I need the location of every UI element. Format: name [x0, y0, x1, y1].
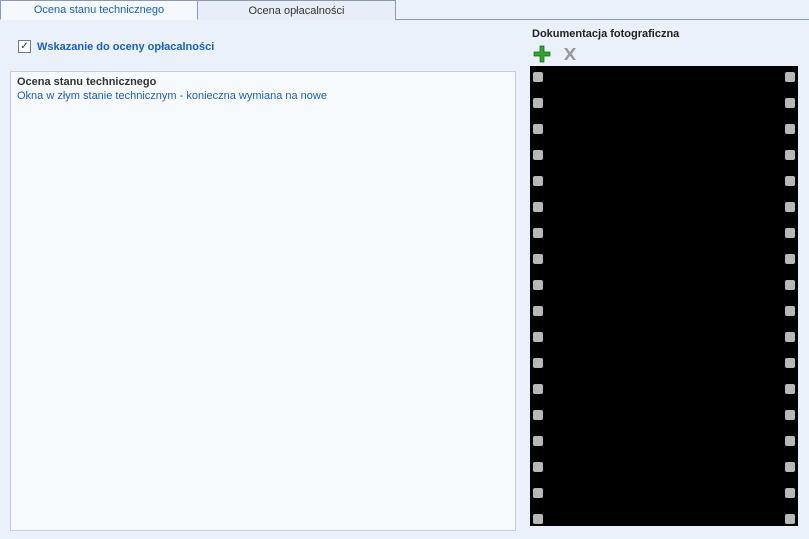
tab-bar: Ocena stanu technicznego Ocena opłacalno… — [0, 0, 809, 20]
profitability-indication-row: ✓ Wskazanie do oceny opłacalności — [18, 40, 516, 53]
left-panel: ✓ Wskazanie do oceny opłacalności Ocena … — [0, 20, 524, 539]
plus-icon — [533, 45, 551, 63]
profitability-indication-label: Wskazanie do oceny opłacalności — [37, 41, 214, 53]
filmstrip-perforations-right — [782, 66, 798, 526]
delete-photo-button[interactable] — [560, 44, 580, 64]
assessment-text[interactable]: Okna w złym stanie technicznym - koniecz… — [11, 90, 515, 108]
tab-technical-assessment[interactable]: Ocena stanu technicznego — [0, 0, 198, 20]
filmstrip-perforations-left — [530, 66, 546, 526]
technical-assessment-box: Ocena stanu technicznego Okna w złym sta… — [10, 71, 516, 531]
documentation-title: Dokumentacja fotograficzna — [532, 28, 803, 40]
tab-row-spacer — [396, 0, 809, 20]
checkmark-icon: ✓ — [20, 42, 28, 52]
x-icon — [561, 45, 579, 63]
right-panel: Dokumentacja fotograficzna — [524, 20, 809, 539]
tab-label: Ocena opłacalności — [248, 5, 344, 17]
add-photo-button[interactable] — [532, 44, 552, 64]
tab-profitability-assessment[interactable]: Ocena opłacalności — [198, 0, 396, 20]
tab-label: Ocena stanu technicznego — [34, 4, 164, 16]
documentation-toolbar — [532, 44, 803, 64]
assessment-title: Ocena stanu technicznego — [11, 72, 515, 90]
filmstrip-viewer[interactable] — [530, 66, 798, 526]
content-area: ✓ Wskazanie do oceny opłacalności Ocena … — [0, 20, 809, 539]
profitability-indication-checkbox[interactable]: ✓ — [18, 40, 31, 53]
